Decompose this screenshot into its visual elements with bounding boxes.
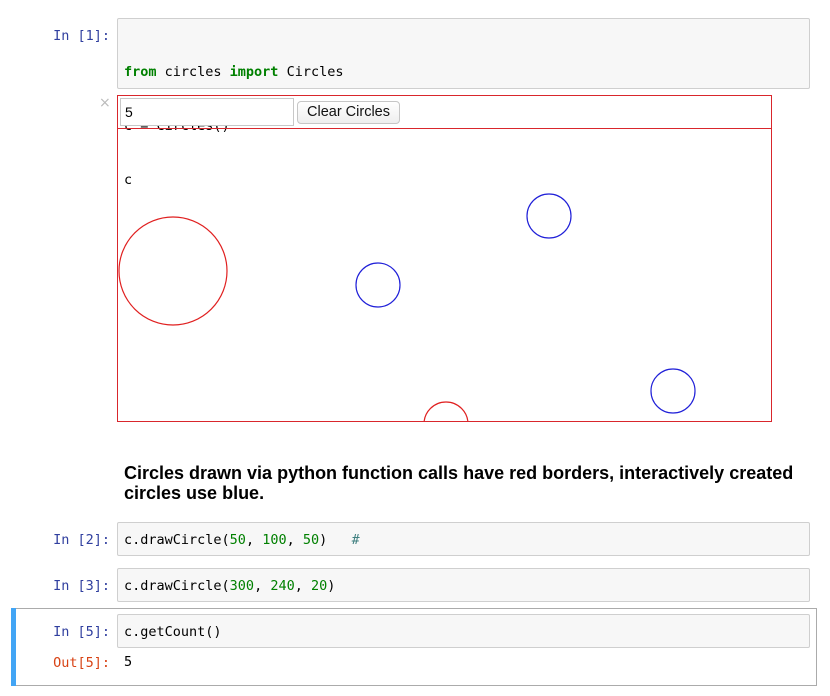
cell-3-prompt: In [3]: <box>53 578 110 594</box>
keyword-import: import <box>229 64 279 80</box>
cell-1-code-editor[interactable]: from circles import Circles c = Circles(… <box>117 18 810 188</box>
circle-canvas[interactable] <box>118 129 771 421</box>
arg-r: 50 <box>302 532 320 548</box>
widget-toolbar: Clear Circles <box>118 96 771 129</box>
cell-5-output: 5 <box>124 654 133 670</box>
markdown-description: Circles drawn via python function calls … <box>124 463 794 503</box>
circle-4 <box>650 368 696 414</box>
class-name: Circles <box>278 64 344 80</box>
separator: , <box>294 578 311 594</box>
cell-2-prompt: In [2]: <box>53 532 110 548</box>
separator: , <box>254 578 271 594</box>
cell-5-code-editor[interactable]: c.getCount() <box>117 614 810 648</box>
circle-5 <box>423 401 469 421</box>
cell-5-code: c.getCount() <box>124 624 222 640</box>
cell-1-prompt: In [1]: <box>53 28 110 44</box>
circle-1 <box>118 216 228 326</box>
cell-3-code-editor[interactable]: c.drawCircle(300, 240, 20) <box>117 568 810 602</box>
circle-3 <box>526 193 572 239</box>
cell-2-code-editor[interactable]: c.drawCircle(50, 100, 50) # <box>117 522 810 556</box>
function-call: c.drawCircle( <box>124 532 230 548</box>
circle-2 <box>355 262 401 308</box>
arg-y: 100 <box>262 532 287 548</box>
circle-count-input[interactable] <box>120 98 294 126</box>
circles-widget: Clear Circles <box>117 95 772 422</box>
arg-x: 50 <box>229 532 246 548</box>
code-comment: # <box>351 532 360 548</box>
separator: , <box>245 532 263 548</box>
function-call: c.drawCircle( <box>124 578 230 594</box>
cell-5-out-prompt: Out[5]: <box>53 655 110 671</box>
cell-5-prompt: In [5]: <box>53 624 110 640</box>
close-paren: ) <box>327 578 336 594</box>
separator: , <box>286 532 303 548</box>
clear-circles-button[interactable]: Clear Circles <box>297 101 400 124</box>
module-name: circles <box>156 64 230 80</box>
arg-y: 240 <box>270 578 295 594</box>
close-output-icon[interactable]: × <box>99 96 111 110</box>
selected-cell-indicator <box>11 608 16 686</box>
arg-r: 20 <box>310 578 328 594</box>
keyword-from: from <box>124 64 157 80</box>
cell-1-code-line-1: from circles import Circles <box>124 63 803 81</box>
arg-x: 300 <box>229 578 255 594</box>
